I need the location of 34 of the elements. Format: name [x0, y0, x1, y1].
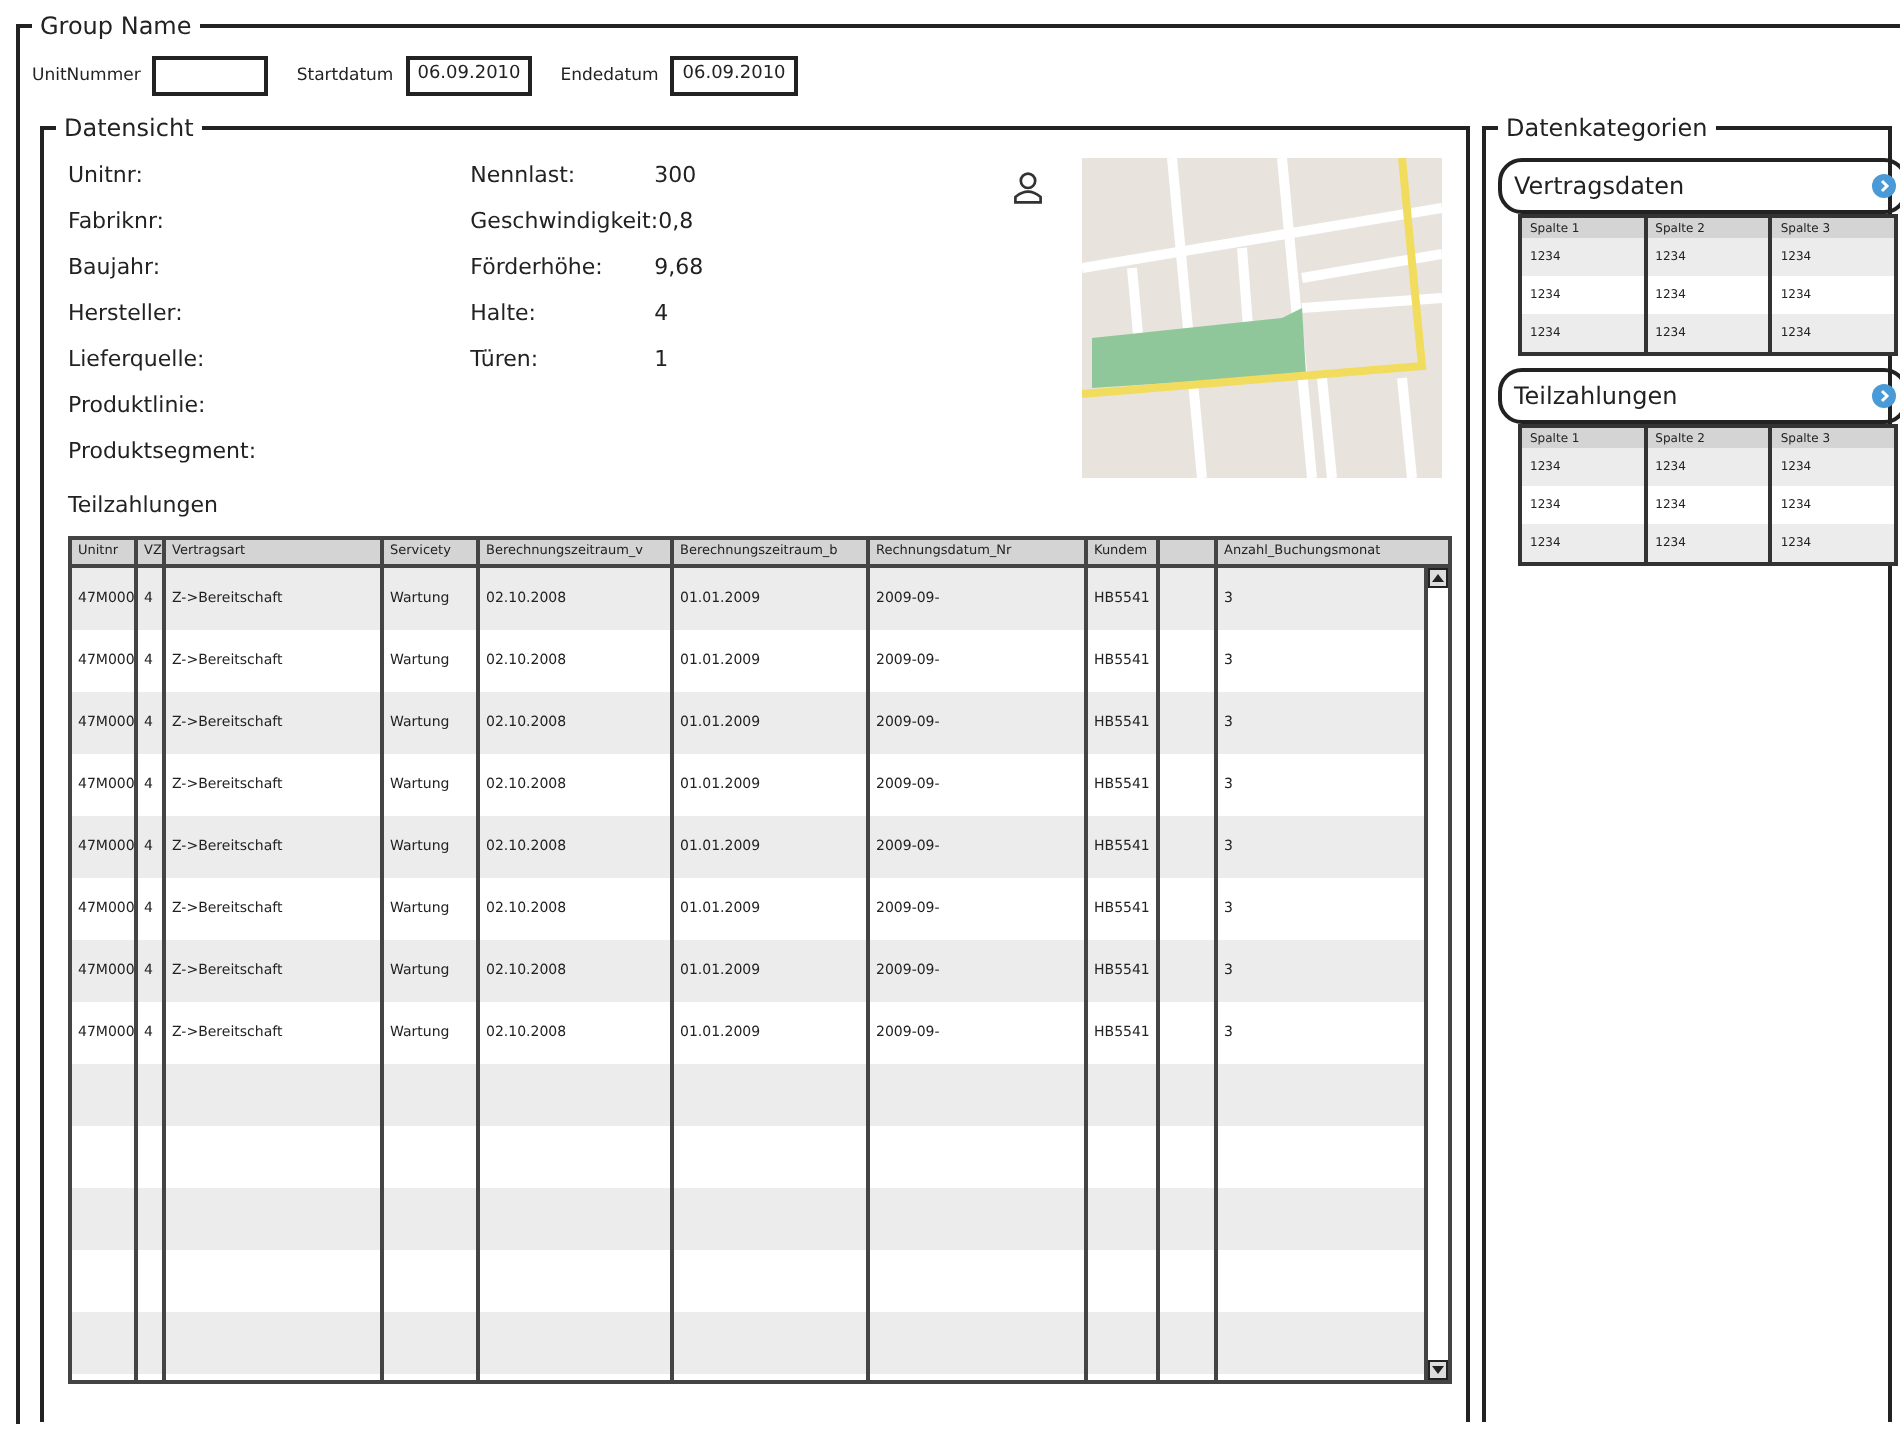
field-label: Förderhöhe: — [470, 252, 605, 284]
field-label: Hersteller: — [68, 298, 185, 330]
field-label: Lieferquelle: — [68, 344, 207, 376]
field-value: 0,8 — [658, 206, 694, 238]
field-label: Nennlast: — [470, 160, 578, 192]
date-field[interactable] — [152, 56, 269, 96]
field-label: Halte: — [470, 298, 539, 330]
date-field[interactable]: 06.09.2010 — [405, 56, 533, 96]
field-value: 9,68 — [654, 252, 704, 284]
field-label: Produktlinie: — [68, 390, 208, 422]
field-label: Produktsegment: — [68, 436, 259, 468]
field-label: Unitnr: — [68, 160, 145, 192]
group-title: Datenkategorien — [1498, 112, 1716, 144]
field-label: Türen: — [470, 344, 541, 376]
date-field[interactable]: 06.09.2010 — [670, 56, 798, 96]
field-label: Baujahr: — [68, 252, 163, 284]
category-header[interactable]: Vertragsdaten — [1498, 158, 1900, 214]
scrollbar[interactable] — [1424, 567, 1448, 1379]
group-title: Group Name — [32, 10, 200, 42]
field-label: Fabriknr: — [68, 206, 166, 238]
field-value: 300 — [654, 160, 697, 192]
section-title: Teilzahlungen — [68, 490, 218, 522]
field-label: UnitNummer — [32, 63, 141, 89]
field-label: Endedatum — [560, 63, 659, 89]
category-header[interactable]: Teilzahlungen — [1498, 368, 1900, 424]
chevron-right-icon[interactable] — [1872, 174, 1896, 198]
field-value: 4 — [654, 298, 669, 330]
chevron-right-icon[interactable] — [1872, 384, 1896, 408]
field-label: Geschwindigkeit: — [470, 206, 659, 238]
scroll-down-icon[interactable] — [1428, 1359, 1448, 1379]
field-value: 1 — [654, 344, 669, 376]
person-icon — [1010, 170, 1046, 206]
field-label: Startdatum — [296, 63, 394, 89]
scroll-up-icon[interactable] — [1428, 567, 1448, 587]
